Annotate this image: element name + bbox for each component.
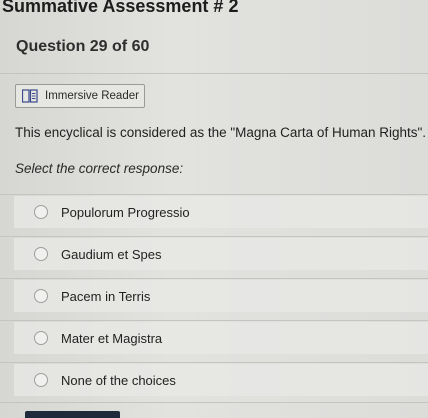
radio-button[interactable] [34,331,48,345]
choice-list: Populorum Progressio Gaudium et Spes Pac… [0,0,428,418]
choice-option-5[interactable]: None of the choices [14,364,428,396]
choice-option-2[interactable]: Gaudium et Spes [14,238,428,270]
choice-divider [0,320,428,321]
choice-divider [0,278,428,279]
choice-option-1[interactable]: Populorum Progressio [14,196,428,228]
choice-label: Mater et Magistra [61,330,163,346]
choice-label: Pacem in Terris [61,288,151,304]
radio-button[interactable] [34,373,48,387]
assessment-page: Summative Assessment # 2 Question 29 of … [0,0,428,418]
radio-button[interactable] [34,205,48,219]
choice-divider [0,236,428,237]
choice-option-3[interactable]: Pacem in Terris [14,280,428,312]
choice-label: None of the choices [61,372,176,388]
choice-divider [0,402,428,403]
radio-button[interactable] [34,247,48,261]
choice-label: Populorum Progressio [61,204,190,220]
radio-button[interactable] [34,289,48,303]
choice-divider [0,362,428,363]
choice-label: Gaudium et Spes [61,246,162,262]
submit-button-edge[interactable] [25,411,120,418]
choice-option-4[interactable]: Mater et Magistra [14,322,428,354]
